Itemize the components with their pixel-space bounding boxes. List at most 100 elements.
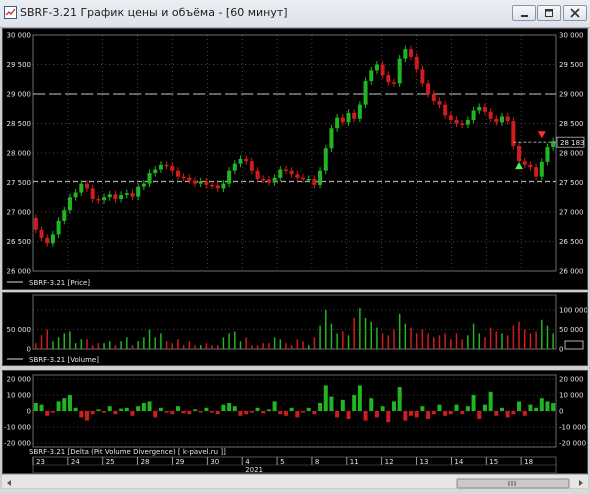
price-tick-label-left: 26 500 [7,238,32,246]
candle-body [136,186,141,197]
candle-body [369,70,374,82]
candle-body [539,161,544,177]
delta-bar [244,411,249,415]
candle-body [119,194,124,200]
delta-bar [431,411,436,415]
candle-body [534,167,539,177]
delta-bar [551,403,556,411]
delta-bar [45,411,50,416]
price-panel[interactable]: 30 000 30 000 29 500 29 500 29 000 29 000 28 5… [2,28,588,290]
price-tick-label-left: 27 500 [7,179,32,187]
volume-chart[interactable]: 100 000 50 000 50 000 0 0 SBRF-3.21 [Volume] [3,293,588,365]
delta-bar [454,404,459,411]
delta-bar [272,401,277,411]
candle-body [289,170,294,175]
candle-body [335,117,340,129]
delta-tick-label-right: -20 000 [559,440,586,448]
candle-body [505,116,510,122]
delta-bar [517,401,522,411]
delta-bar [409,411,414,416]
delta-bar [477,411,482,419]
title-bar[interactable]: SBRF-3.21 График цены и объёма - [60 мин… [0,0,590,28]
delta-tick-label-left: 0 [27,408,31,416]
delta-bar [301,411,306,413]
candle-body [499,116,504,123]
delta-tick-label-right: 20 000 [559,376,584,384]
candle-body [79,183,84,193]
delta-bar [158,407,163,411]
last-price-label: 28 183 [560,139,585,147]
candle-body [420,69,425,84]
volume-plot-frame [32,294,557,350]
candle-body [454,119,459,124]
candle-body [545,147,550,162]
candle-body [85,183,90,189]
price-tick-label-right: 27 000 [559,209,584,217]
scroll-left-icon [7,480,11,486]
candle-body [488,111,493,119]
candle-body [312,178,317,185]
delta-bar [482,404,487,411]
candle-body [210,184,215,187]
candle-body [301,177,306,180]
minimize-button[interactable] [512,5,536,21]
price-tick-label-right: 27 500 [559,179,584,187]
candle-body [272,177,277,183]
delta-bar [90,411,95,415]
price-tick-label-left: 28 500 [7,120,32,128]
candle-body [56,220,61,235]
candle-body [90,188,95,200]
delta-bar [295,411,300,418]
candle-body [147,173,152,184]
candle-body [380,64,385,76]
delta-bar [85,411,90,421]
delta-bar [369,398,374,411]
candle-body [67,197,72,211]
candle-body [465,119,470,125]
candle-body [50,234,55,244]
delta-bar [357,385,362,411]
delta-bar [340,399,345,411]
price-chart[interactable]: 30 000 30 000 29 500 29 500 29 000 29 000 28 5… [3,29,587,289]
delta-bar [511,411,516,415]
candle-body [102,197,107,201]
delta-tick-label-left: 20 000 [7,376,32,384]
delta-bar [443,411,448,416]
delta-bar [522,411,527,416]
delta-tick-label-left: -10 000 [4,424,31,432]
price-tick-label-left: 29 500 [7,61,32,69]
candle-body [522,161,527,165]
candle-body [403,49,408,59]
volume-tick-label-left: 50 000 [7,326,32,334]
maximize-button[interactable] [537,5,561,21]
buy-signal-marker [515,162,524,170]
delta-bar [62,398,67,411]
delta-bar [141,403,146,411]
delta-bar [545,401,550,411]
price-legend: SBRF-3.21 [Price] [29,279,90,287]
delta-chart[interactable]: 20 000 20 000 10 000 10 000 0 0 -10 000 -10 000… [3,371,587,474]
delta-bar [318,403,323,411]
delta-bar [187,411,192,415]
delta-bar [255,407,260,411]
candle-body [113,194,118,200]
close-button[interactable] [563,5,587,21]
delta-panel[interactable]: 20 000 20 000 10 000 10 000 0 0 -10 000 -10 000… [2,370,588,474]
candle-body [107,194,112,198]
candle-body [141,183,146,187]
candle-body [426,83,431,94]
delta-bar [278,411,283,415]
candle-body [198,181,203,184]
candle-body [283,169,288,172]
scroll-thumb [456,478,570,489]
candle-body [255,170,260,179]
candle-body [448,115,453,120]
delta-bar [181,411,186,414]
sell-signal-marker [537,131,546,139]
horizontal-scrollbar[interactable] [2,474,588,489]
delta-bar [232,406,237,411]
delta-bar [460,411,465,415]
candle-body [266,179,271,183]
volume-panel[interactable]: 100 000 50 000 50 000 0 0 SBRF-3.21 [Volume] [2,292,588,366]
delta-bar [420,406,425,411]
